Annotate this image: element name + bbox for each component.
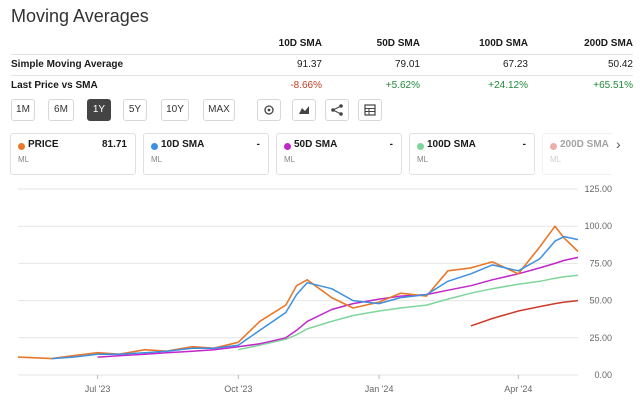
x-tick-label: Apr '24 bbox=[504, 384, 532, 394]
range-10y-button[interactable]: 10Y bbox=[161, 99, 189, 121]
series-sub: ML bbox=[151, 155, 163, 164]
y-tick-label: 50.00 bbox=[589, 296, 612, 306]
settings-button[interactable] bbox=[257, 99, 281, 121]
header-10d: 10D SMA bbox=[278, 38, 322, 49]
series-card-10d[interactable]: 10D SMA - ML bbox=[143, 133, 269, 175]
series-line-100d-sma bbox=[238, 274, 579, 351]
series-card-100d[interactable]: 100D SMA - ML bbox=[409, 133, 535, 175]
series-line-200d-sma bbox=[470, 299, 579, 327]
series-name: 50D SMA bbox=[294, 139, 338, 150]
range-1y-button[interactable]: 1Y bbox=[87, 99, 111, 121]
y-tick-label: 0.00 bbox=[594, 370, 612, 380]
series-name: 200D SMA bbox=[560, 139, 609, 150]
range-max-button[interactable]: MAX bbox=[203, 99, 235, 121]
sma100-dot-icon bbox=[417, 143, 424, 150]
x-tick-label: Jan '24 bbox=[365, 384, 394, 394]
sma-table: 10D SMA 50D SMA 100D SMA 200D SMA Simple… bbox=[11, 34, 633, 96]
cell: 50.42 bbox=[607, 59, 633, 70]
x-tick-label: Jul '23 bbox=[85, 384, 111, 394]
chevron-right-icon[interactable]: › bbox=[616, 136, 621, 152]
cell: +65.51% bbox=[593, 80, 633, 91]
table-icon bbox=[364, 104, 376, 116]
series-sub: ML bbox=[18, 155, 30, 164]
series-name: PRICE bbox=[28, 139, 59, 150]
series-card-price[interactable]: PRICE 81.71 ML bbox=[10, 133, 136, 175]
series-sub: ML bbox=[550, 155, 562, 164]
cell: 79.01 bbox=[394, 59, 420, 70]
chart-type-icon bbox=[299, 106, 309, 114]
series-name: 100D SMA bbox=[427, 139, 476, 150]
y-tick-label: 100.00 bbox=[584, 221, 612, 231]
series-value: - bbox=[522, 139, 526, 150]
share-icon bbox=[331, 104, 343, 116]
header-200d: 200D SMA bbox=[584, 38, 633, 49]
y-tick-label: 75.00 bbox=[589, 258, 612, 268]
range-5y-button[interactable]: 5Y bbox=[123, 99, 147, 121]
x-tick-label: Oct '23 bbox=[224, 384, 252, 394]
cell: -8.66% bbox=[290, 80, 322, 91]
series-line-10d-sma bbox=[51, 235, 579, 360]
series-card-200d[interactable]: 200D SMA ML bbox=[542, 133, 612, 175]
series-cards: PRICE 81.71 ML 10D SMA - ML 50D SMA - ML… bbox=[8, 133, 612, 177]
series-value: - bbox=[256, 139, 260, 150]
sma200-dot-icon bbox=[550, 143, 557, 150]
row-label: Last Price vs SMA bbox=[11, 80, 98, 91]
settings-icon bbox=[264, 105, 274, 115]
row-label: Simple Moving Average bbox=[11, 59, 124, 70]
cell: +24.12% bbox=[488, 80, 528, 91]
sma-table-header: 10D SMA 50D SMA 100D SMA 200D SMA bbox=[11, 34, 633, 54]
cell: 67.23 bbox=[502, 59, 528, 70]
series-card-50d[interactable]: 50D SMA - ML bbox=[276, 133, 402, 175]
page-title: Moving Averages bbox=[11, 6, 149, 26]
share-button[interactable] bbox=[325, 99, 349, 121]
series-value: 81.71 bbox=[101, 139, 127, 150]
chart-type-button[interactable] bbox=[292, 99, 316, 121]
sma50-dot-icon bbox=[284, 143, 291, 150]
y-tick-label: 125.00 bbox=[584, 184, 612, 194]
header-50d: 50D SMA bbox=[376, 38, 420, 49]
cell: 91.37 bbox=[296, 59, 322, 70]
range-1m-button[interactable]: 1M bbox=[11, 99, 35, 121]
y-tick-label: 25.00 bbox=[589, 333, 612, 343]
series-value: - bbox=[389, 139, 393, 150]
series-line-50d-sma bbox=[97, 256, 579, 358]
series-sub: ML bbox=[417, 155, 429, 164]
cell: +5.62% bbox=[385, 80, 420, 91]
table-row: Simple Moving Average 91.37 79.01 67.23 … bbox=[11, 54, 633, 76]
series-name: 10D SMA bbox=[161, 139, 205, 150]
range-6m-button[interactable]: 6M bbox=[48, 99, 74, 121]
price-chart[interactable]: 125.00 100.00 75.00 50.00 25.00 0.00 Jul '23 O… bbox=[0, 180, 640, 405]
series-sub: ML bbox=[284, 155, 296, 164]
table-view-button[interactable] bbox=[358, 99, 382, 121]
price-dot-icon bbox=[18, 143, 25, 150]
sma10-dot-icon bbox=[151, 143, 158, 150]
table-row: Last Price vs SMA -8.66% +5.62% +24.12% … bbox=[11, 76, 633, 96]
header-100d: 100D SMA bbox=[479, 38, 528, 49]
